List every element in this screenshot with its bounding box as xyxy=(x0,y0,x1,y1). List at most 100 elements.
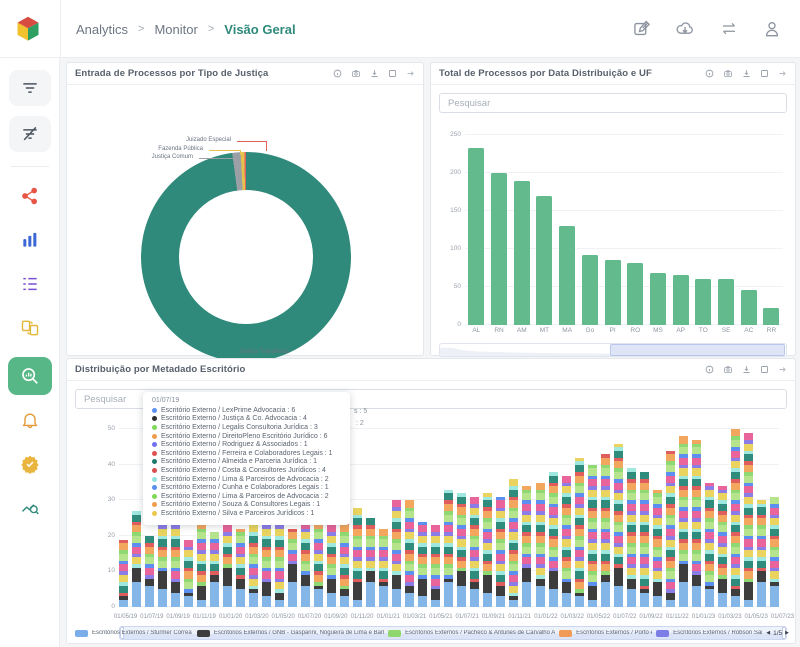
legend-label[interactable]: Escritórios Externos / Pacheco & Antunes… xyxy=(405,630,555,636)
edit-icon[interactable] xyxy=(632,19,652,39)
stacked-bar[interactable] xyxy=(431,525,440,607)
stacked-bar[interactable] xyxy=(731,429,740,607)
stacked-bar[interactable] xyxy=(588,465,597,607)
legend-chip-icon[interactable] xyxy=(559,630,572,637)
info-icon[interactable] xyxy=(705,365,714,374)
list-icon[interactable] xyxy=(9,269,51,299)
stacked-bar[interactable] xyxy=(223,515,232,607)
download-icon[interactable] xyxy=(742,365,751,374)
breadcrumb-monitor[interactable]: Monitor xyxy=(154,22,197,37)
stacked-bar[interactable] xyxy=(366,518,375,607)
arrow-right-icon[interactable] xyxy=(778,365,787,374)
stacked-bar[interactable] xyxy=(171,522,180,607)
stacked-bar[interactable] xyxy=(627,468,636,607)
stacked-bar[interactable] xyxy=(119,540,128,607)
trend-search-icon[interactable] xyxy=(9,493,51,523)
share-icon[interactable] xyxy=(9,181,51,211)
bell-icon[interactable] xyxy=(9,405,51,435)
stacked-bar[interactable] xyxy=(132,511,141,607)
info-icon[interactable] xyxy=(705,69,714,78)
arrow-right-icon[interactable] xyxy=(778,69,787,78)
stacked-bar[interactable] xyxy=(575,458,584,607)
stacked-bar[interactable] xyxy=(614,444,623,607)
stacked-bar[interactable] xyxy=(457,493,466,607)
uf-bar[interactable] xyxy=(718,279,734,325)
donut-chart[interactable]: Juizado Especial Fazenda Pública Justiça… xyxy=(67,85,423,355)
download-icon[interactable] xyxy=(742,69,751,78)
uf-bar-chart[interactable]: 050100150200250 ALRNAMMTMAGoPIROMSAPTOSE… xyxy=(437,123,785,337)
filter-off-icon[interactable] xyxy=(9,116,51,152)
legend-label[interactable]: Escritórios Externos / Porto e Maia xyxy=(576,630,652,636)
uf-bar[interactable] xyxy=(763,308,779,325)
uf-bar[interactable] xyxy=(582,255,598,325)
camera-icon[interactable] xyxy=(723,69,733,78)
info-icon[interactable] xyxy=(333,69,342,78)
swap-icon[interactable] xyxy=(718,20,740,38)
uf-search-input[interactable] xyxy=(440,94,786,112)
breadcrumb-analytics[interactable]: Analytics xyxy=(76,22,128,37)
uf-range-brush[interactable] xyxy=(439,343,787,357)
stacked-bar[interactable] xyxy=(470,497,479,607)
stacked-bar[interactable] xyxy=(275,522,284,607)
arrow-right-icon[interactable] xyxy=(406,69,415,78)
copy-pages-icon[interactable] xyxy=(9,313,51,343)
stacked-bar[interactable] xyxy=(640,472,649,607)
stacked-bar[interactable] xyxy=(210,532,219,607)
legend-label[interactable]: Escritórios Externos / Robson Santana A xyxy=(673,630,762,636)
stacked-bar[interactable] xyxy=(418,522,427,607)
stacked-bar[interactable] xyxy=(483,493,492,607)
uf-bar[interactable] xyxy=(514,181,530,325)
stacked-bar[interactable] xyxy=(757,500,766,607)
stacked-bar[interactable] xyxy=(288,529,297,607)
stacked-bar[interactable] xyxy=(158,518,167,607)
bar-chart-icon[interactable] xyxy=(9,225,51,255)
analytics-search-icon[interactable] xyxy=(8,357,52,395)
stacked-bar[interactable] xyxy=(327,515,336,607)
stacked-bar[interactable] xyxy=(744,433,753,607)
stacked-bar[interactable] xyxy=(692,440,701,607)
legend-chip-icon[interactable] xyxy=(197,630,210,637)
uf-bar[interactable] xyxy=(605,260,621,325)
stacked-bar[interactable] xyxy=(679,436,688,607)
legend-label[interactable]: Escritórios Externos / Sturmer Correa da… xyxy=(92,630,193,636)
stacked-bar[interactable] xyxy=(405,500,414,607)
cloud-download-icon[interactable] xyxy=(674,19,696,39)
expand-icon[interactable] xyxy=(760,69,769,78)
uf-bar[interactable] xyxy=(741,290,757,325)
uf-bar[interactable] xyxy=(559,226,575,325)
stacked-bar[interactable] xyxy=(536,483,545,607)
stacked-bar[interactable] xyxy=(601,454,610,607)
stacked-bar[interactable] xyxy=(444,490,453,607)
download-icon[interactable] xyxy=(370,69,379,78)
uf-bar[interactable] xyxy=(627,263,643,325)
uf-bar[interactable] xyxy=(536,196,552,325)
legend-next-icon[interactable]: ▶ xyxy=(785,630,789,636)
legend-chip-icon[interactable] xyxy=(75,630,88,637)
expand-icon[interactable] xyxy=(760,365,769,374)
user-icon[interactable] xyxy=(762,19,782,39)
stacked-bar[interactable] xyxy=(197,525,206,607)
brush-selected-range[interactable] xyxy=(610,344,785,356)
stacked-bar[interactable] xyxy=(653,490,662,607)
uf-bar[interactable] xyxy=(695,279,711,325)
stacked-bar[interactable] xyxy=(353,508,362,608)
legend-chip-icon[interactable] xyxy=(388,630,401,637)
app-logo-icon[interactable] xyxy=(14,15,42,43)
uf-bar[interactable] xyxy=(673,275,689,325)
stacked-bar[interactable] xyxy=(522,486,531,607)
verified-badge-icon[interactable] xyxy=(9,449,51,479)
camera-icon[interactable] xyxy=(351,69,361,78)
stacked-bar[interactable] xyxy=(666,451,675,607)
uf-bar[interactable] xyxy=(468,148,484,325)
legend-label[interactable]: Escritórios Externos / GNB - Gasparini, … xyxy=(214,630,384,636)
camera-icon[interactable] xyxy=(723,365,733,374)
stacked-bar[interactable] xyxy=(236,529,245,607)
stacked-bar[interactable] xyxy=(509,479,518,607)
stacked-bar[interactable] xyxy=(705,483,714,607)
stacked-bar[interactable] xyxy=(770,497,779,607)
stacked-bar[interactable] xyxy=(249,511,258,607)
stacked-bar[interactable] xyxy=(718,486,727,607)
stacked-bar[interactable] xyxy=(562,476,571,607)
filter-icon[interactable] xyxy=(9,70,51,106)
expand-icon[interactable] xyxy=(388,69,397,78)
